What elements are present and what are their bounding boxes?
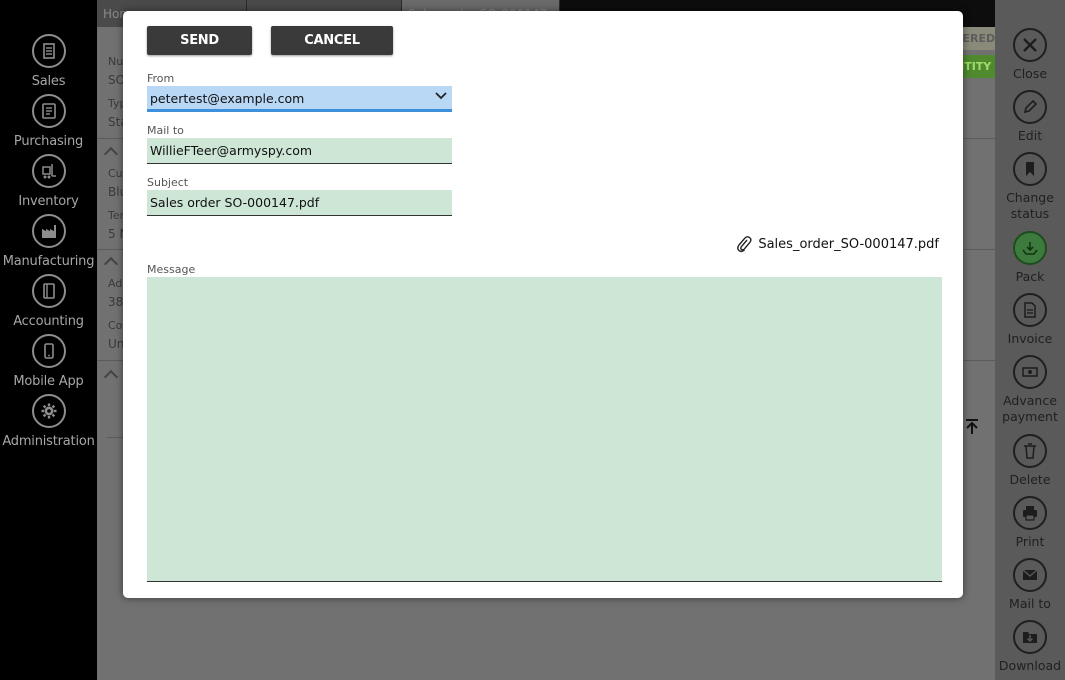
tool-label: Edit [1017,128,1043,143]
tool-label: Advance payment [1002,393,1058,424]
money-icon [1013,355,1047,389]
trash-icon [1013,434,1047,468]
from-label: From [147,72,175,85]
mailto-input[interactable]: WillieFTeer@armyspy.com [147,138,452,164]
box-icon [1013,231,1047,265]
gear-icon [31,394,66,428]
message-label: Message [147,263,196,276]
edit-button[interactable]: Edit [995,90,1065,144]
invoice-icon [1013,293,1047,327]
chevron-up-icon[interactable] [103,146,119,162]
tool-label: Pack [1015,269,1045,284]
factory-icon [31,214,66,248]
attachment[interactable]: Sales_order_SO-000147.pdf [736,235,939,253]
change-status-button[interactable]: Change status [995,152,1065,222]
tool-label: Invoice [1007,331,1053,346]
advance-payment-button[interactable]: Advance payment [995,355,1065,425]
pencil-icon [1013,90,1047,124]
nav-label: Accounting [13,314,84,329]
list-icon [31,94,66,128]
invoice-button[interactable]: Invoice [995,293,1065,347]
nav-item-manufacturing[interactable]: Manufacturing [0,214,97,269]
nav-item-administration[interactable]: Administration [0,394,97,449]
mailto-value: WillieFTeer@armyspy.com [150,143,313,158]
left-navigation: Sales Purchasing Inventory Manufacturing… [0,0,97,680]
tool-label: Print [1015,534,1045,549]
bg-fragment: Un [108,337,125,351]
printer-icon [1013,496,1047,530]
nav-label: Inventory [18,194,79,209]
print-button[interactable]: Print [995,496,1065,550]
pack-button[interactable]: Pack [995,231,1065,285]
mail-icon [1013,558,1047,592]
delete-button[interactable]: Delete [995,434,1065,488]
right-toolbar: Close Edit Change status Pack Invoice Ad… [995,0,1065,680]
chevron-up-icon[interactable] [103,369,119,385]
bookmark-icon [1013,152,1047,186]
chevron-down-icon [435,92,447,100]
phone-icon [31,334,66,368]
bg-fragment: Co [108,319,123,332]
book-icon [31,274,66,308]
bg-fragment: Ad [108,277,123,290]
close-icon [1013,28,1047,62]
subject-label: Subject [147,176,189,189]
document-icon [31,34,66,68]
bg-fragment: 38 [108,295,124,309]
message-textarea[interactable] [147,277,942,582]
bg-fragment: Ter [108,209,125,222]
bg-fragment: Nu [108,55,124,68]
scroll-to-top-icon[interactable] [965,419,979,435]
bg-fragment: Cu [108,167,123,180]
from-select[interactable]: petertest@example.com [147,86,452,112]
subject-input[interactable]: Sales order SO-000147.pdf [147,190,452,216]
close-button[interactable]: Close [995,28,1065,82]
nav-label: Manufacturing [2,254,95,269]
download-button[interactable]: Download [995,620,1065,674]
chevron-up-icon[interactable] [103,256,119,272]
subject-value: Sales order SO-000147.pdf [150,195,320,210]
nav-item-sales[interactable]: Sales [0,34,97,89]
send-email-dialog: SEND CANCEL From petertest@example.com M… [123,11,963,598]
nav-item-inventory[interactable]: Inventory [0,154,97,209]
tool-label: Change status [1006,190,1054,221]
send-button[interactable]: SEND [147,26,252,55]
tool-label: Download [998,658,1062,673]
tool-label: Mail to [1009,596,1051,611]
download-icon [1013,620,1047,654]
attachment-name: Sales_order_SO-000147.pdf [758,236,939,252]
mailto-label: Mail to [147,124,184,137]
nav-item-accounting[interactable]: Accounting [0,274,97,329]
nav-label: Purchasing [13,134,84,149]
nav-label: Administration [2,434,95,449]
paperclip-icon [737,236,752,253]
tool-label: Delete [1009,472,1051,487]
nav-label: Sales [31,74,66,89]
tool-label: Close [1012,66,1048,81]
forklift-icon [31,154,66,188]
nav-item-purchasing[interactable]: Purchasing [0,94,97,149]
mail-to-button[interactable]: Mail to [995,558,1065,612]
cancel-button[interactable]: CANCEL [271,26,393,55]
from-value: petertest@example.com [150,91,305,106]
nav-label: Mobile App [13,374,84,389]
nav-item-mobile-app[interactable]: Mobile App [0,334,97,389]
